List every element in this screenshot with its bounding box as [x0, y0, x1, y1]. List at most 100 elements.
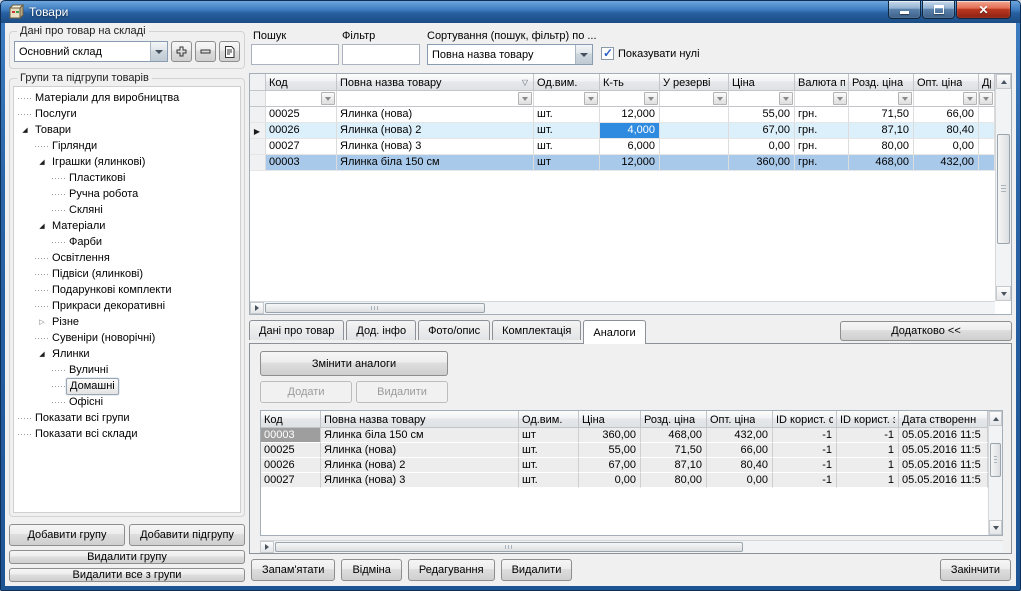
filter-dropdown-icon[interactable]	[713, 92, 727, 105]
tree-item[interactable]: Послуги	[14, 106, 240, 122]
grid-cell[interactable]: 87,10	[641, 458, 707, 473]
column-header[interactable]: Повна назва товару▽	[337, 74, 534, 91]
filter-dropdown-icon[interactable]	[963, 92, 977, 105]
column-header[interactable]: Код	[261, 411, 321, 428]
grid-cell[interactable]: 71,50	[849, 107, 914, 123]
grid-cell[interactable]: 1	[837, 443, 899, 458]
warehouse-select-arrow-icon[interactable]	[150, 42, 167, 61]
horizontal-scroll-thumb[interactable]	[275, 542, 743, 552]
grid-cell[interactable]: Ялинка (нова)	[337, 107, 534, 123]
row-selector-cell[interactable]: ▶	[250, 123, 266, 139]
sort-select[interactable]: Повна назва товару	[427, 44, 593, 65]
grid-cell[interactable]: шт	[519, 428, 579, 443]
filter-cell[interactable]	[795, 91, 849, 107]
tree-item[interactable]: Фарби	[14, 234, 240, 250]
grid-row[interactable]: 00003Ялинка біла 150 смшт12,000360,00грн…	[250, 155, 995, 171]
grid-cell[interactable]: 87,10	[849, 123, 914, 139]
warehouse-select[interactable]: Основний склад	[14, 41, 168, 62]
filter-cell[interactable]	[660, 91, 729, 107]
scroll-right-icon[interactable]	[260, 541, 274, 553]
grid-cell[interactable]: грн.	[795, 107, 849, 123]
cancel-button[interactable]: Відміна	[341, 559, 401, 581]
grid-cell[interactable]: 00025	[261, 443, 321, 458]
filter-cell[interactable]	[250, 91, 266, 107]
tab-дод-інфо[interactable]: Дод. інфо	[346, 320, 416, 340]
grid-cell[interactable]: грн.	[795, 155, 849, 171]
grid-cell[interactable]: 12,000	[600, 155, 660, 171]
vertical-scroll-thumb[interactable]	[990, 443, 1001, 477]
grid-cell[interactable]: 0,00	[729, 139, 795, 155]
filter-dropdown-icon[interactable]	[833, 92, 847, 105]
tree-item[interactable]: Подарункові комплекти	[14, 282, 240, 298]
column-header[interactable]: Опт. ціна	[914, 74, 979, 91]
tree-item[interactable]: ◢Матеріали	[14, 218, 240, 234]
grid-cell[interactable]	[660, 107, 729, 123]
column-header[interactable]: Од.вим.	[534, 74, 600, 91]
tab-комплектація[interactable]: Комплектація	[492, 320, 581, 340]
column-header[interactable]: Др	[979, 74, 995, 91]
close-button[interactable]: ✕	[956, 1, 1011, 19]
tree-item[interactable]: Освітлення	[14, 250, 240, 266]
edit-button[interactable]: Редагування	[408, 559, 495, 581]
grid-row[interactable]: ▶00026Ялинка (нова) 2шт.4,00067,00грн.87…	[250, 123, 995, 139]
grid-cell[interactable]: шт.	[519, 473, 579, 488]
grid-cell[interactable]: Ялинка біла 150 см	[337, 155, 534, 171]
filter-cell[interactable]	[914, 91, 979, 107]
grid-cell[interactable]: 360,00	[579, 428, 641, 443]
grid-cell[interactable]: 05.05.2016 11:5	[899, 443, 988, 458]
filter-cell[interactable]	[729, 91, 795, 107]
analogs-grid-horizontal-scrollbar[interactable]	[260, 540, 1003, 553]
titlebar[interactable]: Товари ✕	[1, 1, 1020, 23]
filter-cell[interactable]	[337, 91, 534, 107]
filter-dropdown-icon[interactable]	[584, 92, 598, 105]
grid-cell[interactable]: Ялинка (нова) 3	[337, 139, 534, 155]
grid-cell[interactable]: грн.	[795, 123, 849, 139]
tree-item[interactable]: Показати всі склади	[14, 426, 240, 442]
grid-cell[interactable]: грн.	[795, 139, 849, 155]
analogs-grid-vertical-scrollbar[interactable]	[988, 411, 1002, 535]
tree-item[interactable]: Скляні	[14, 202, 240, 218]
grid-cell[interactable]: 0,00	[579, 473, 641, 488]
tree-item[interactable]: Домашні	[14, 378, 240, 394]
products-grid-horizontal-scrollbar[interactable]	[250, 301, 995, 314]
row-selector-cell[interactable]	[250, 107, 266, 123]
tree-item[interactable]: Показати всі групи	[14, 410, 240, 426]
column-header[interactable]: Код	[266, 74, 337, 91]
tree-item[interactable]: Сувеніри (новорічні)	[14, 330, 240, 346]
grid-row[interactable]: 00027Ялинка (нова) 3шт.6,0000,00грн.80,0…	[250, 139, 995, 155]
grid-cell[interactable]: 67,00	[579, 458, 641, 473]
grid-cell[interactable]: 00003	[261, 428, 321, 443]
grid-cell[interactable]	[979, 123, 995, 139]
add-warehouse-button[interactable]	[171, 41, 192, 62]
delete-analog-button[interactable]: Видалити	[356, 381, 448, 403]
grid-row[interactable]: 00025Ялинка (нова)шт.55,0071,5066,00-110…	[261, 443, 988, 458]
column-header[interactable]: Повна назва товару	[321, 411, 519, 428]
additional-toggle-button[interactable]: Додатково <<	[840, 321, 1012, 341]
grid-cell[interactable]: шт.	[534, 123, 600, 139]
grid-cell[interactable]: 468,00	[641, 428, 707, 443]
grid-cell[interactable]: -1	[773, 428, 837, 443]
filter-dropdown-icon[interactable]	[779, 92, 793, 105]
delete-all-from-group-button[interactable]: Видалити все з групи	[9, 568, 245, 582]
add-analog-button[interactable]: Додати	[260, 381, 352, 403]
grid-cell[interactable]	[660, 139, 729, 155]
filter-cell[interactable]	[534, 91, 600, 107]
tree-expander-icon[interactable]: ▷	[35, 317, 49, 327]
grid-cell[interactable]: -1	[773, 473, 837, 488]
tab-фото-опис[interactable]: Фото/опис	[418, 320, 490, 340]
products-grid-vertical-scrollbar[interactable]	[995, 74, 1011, 301]
horizontal-scroll-thumb[interactable]	[265, 303, 485, 313]
grid-cell[interactable]	[660, 155, 729, 171]
grid-cell[interactable]: 05.05.2016 11:5	[899, 428, 988, 443]
column-header[interactable]: Розд. ціна	[641, 411, 707, 428]
scroll-right-icon[interactable]	[250, 302, 264, 314]
row-selector-cell[interactable]	[250, 139, 266, 155]
delete-button[interactable]: Видалити	[501, 559, 573, 581]
tree-item[interactable]: ▷Різне	[14, 314, 240, 330]
grid-cell[interactable]: Ялинка (нова) 2	[337, 123, 534, 139]
warehouse-card-button[interactable]	[219, 41, 240, 62]
grid-cell[interactable]: 00003	[266, 155, 337, 171]
grid-cell[interactable]: 80,00	[849, 139, 914, 155]
grid-cell[interactable]: 4,000	[600, 123, 660, 139]
add-subgroup-button[interactable]: Добавити підгрупу	[129, 524, 245, 546]
